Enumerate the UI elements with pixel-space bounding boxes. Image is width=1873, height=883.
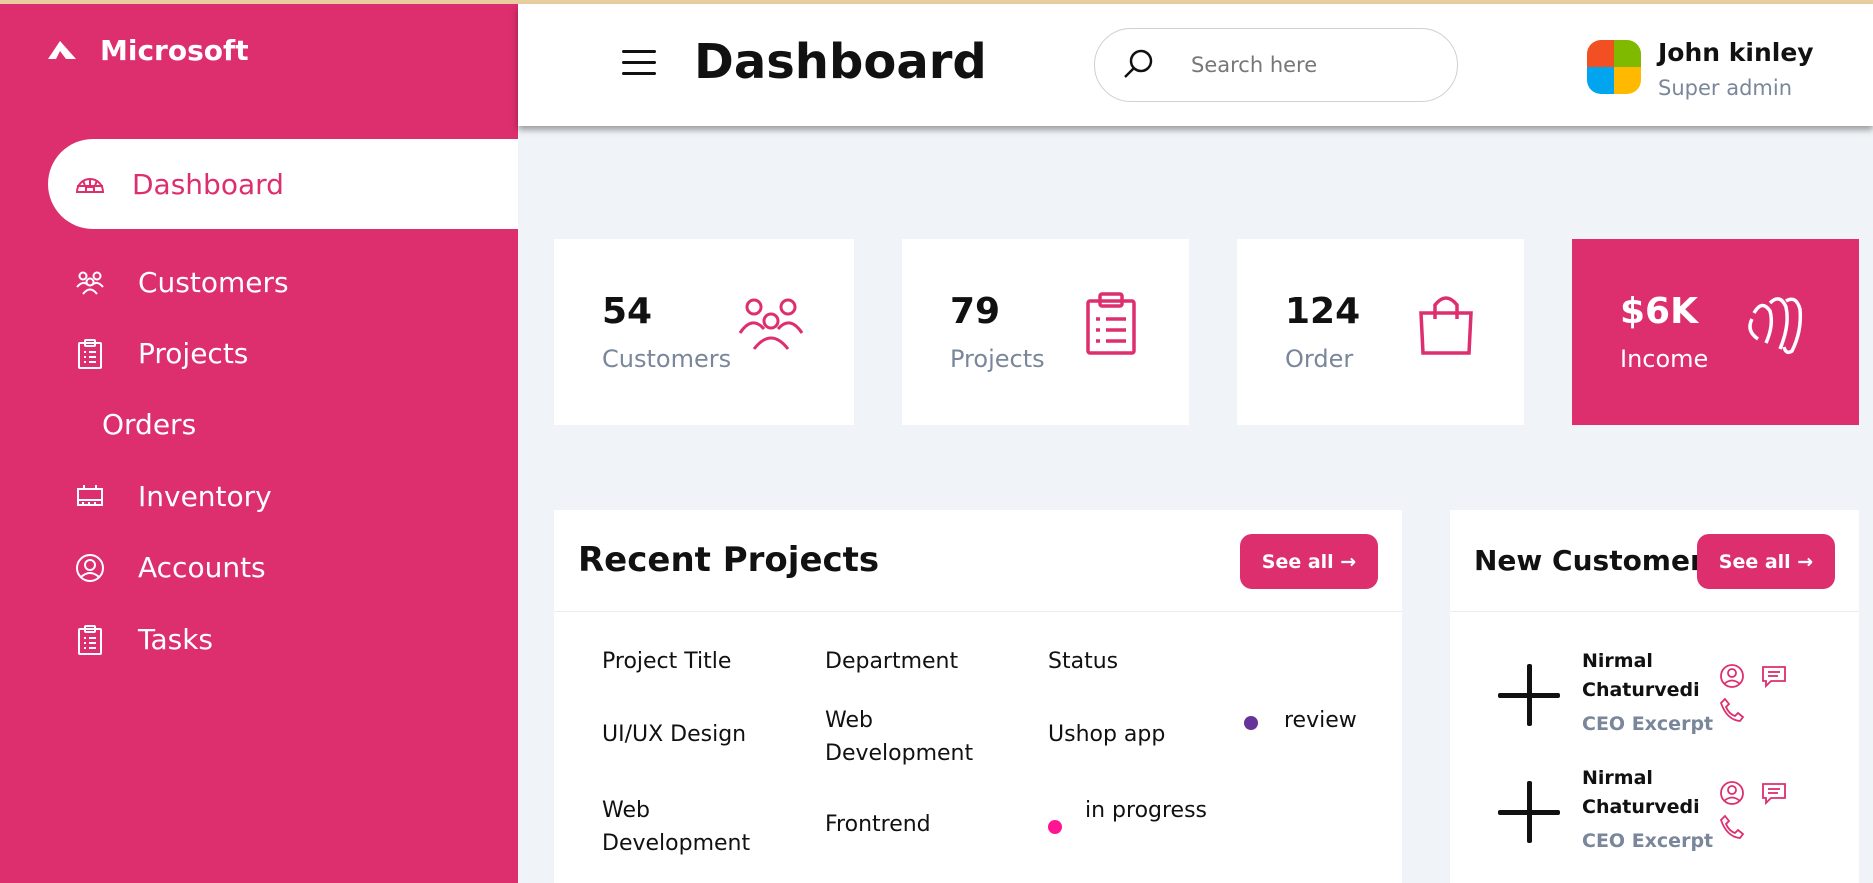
customer-name: Nirmal Chaturvedi: [1582, 650, 1700, 701]
sidebar-item-projects[interactable]: Projects: [74, 337, 248, 370]
project-title: Web Development: [602, 798, 751, 856]
clipboard-icon: [1086, 292, 1136, 355]
project-title: UI/UX Design: [602, 722, 747, 747]
column-header: Status: [1048, 649, 1119, 674]
people-icon: [76, 271, 104, 295]
panel-header: New Customer See all →: [1450, 510, 1859, 612]
brand-name: Microsoft: [100, 34, 249, 67]
search-input[interactable]: [1191, 53, 1431, 77]
hamburger-icon-bar: [622, 50, 656, 53]
panel-title: New Customer: [1474, 544, 1704, 577]
sidebar-item-label: Projects: [138, 337, 249, 370]
phone-icon[interactable]: [1719, 697, 1745, 723]
customer-role: CEO Excerpt: [1582, 830, 1714, 852]
column-header: Project Title: [602, 649, 732, 674]
stat-label: Customers: [602, 345, 732, 373]
sidebar-item-label: Inventory: [138, 480, 272, 513]
sidebar-item-accounts[interactable]: Accounts: [74, 551, 266, 584]
hamburger-icon-bar: [622, 72, 656, 75]
stat-card-order[interactable]: 124 Order: [1237, 239, 1524, 425]
sidebar-item-orders[interactable]: Orders: [102, 408, 196, 441]
top-header: Dashboard John kinley Super admin: [518, 4, 1873, 126]
customer-role: CEO Excerpt: [1582, 713, 1714, 735]
people-icon: [738, 298, 804, 350]
sidebar-item-tasks[interactable]: Tasks: [74, 623, 213, 656]
recent-projects-panel: Recent Projects See all → Project Title …: [554, 510, 1402, 883]
hamburger-icon-bar: [622, 61, 656, 64]
brand[interactable]: Microsoft: [46, 34, 249, 67]
stat-card-projects[interactable]: 79 Projects: [902, 239, 1189, 425]
stat-label: Projects: [950, 345, 1045, 373]
message-icon[interactable]: [1761, 780, 1787, 806]
stat-value: 124: [1285, 291, 1361, 332]
plus-icon: [1498, 781, 1560, 843]
avatar[interactable]: [1587, 40, 1641, 94]
sidebar-item-inventory[interactable]: Inventory: [74, 480, 272, 513]
stat-value: $6K: [1620, 291, 1698, 332]
sidebar-item-label: Accounts: [138, 551, 266, 584]
search-icon: [1124, 49, 1153, 78]
user-circle-icon[interactable]: [1719, 780, 1745, 806]
new-customer-panel: New Customer See all → Nirmal Chaturvedi…: [1450, 510, 1859, 883]
see-all-projects-button[interactable]: See all →: [1240, 534, 1378, 589]
customer-name: Nirmal Chaturvedi: [1582, 767, 1700, 818]
sidebar-item-label: Orders: [102, 408, 197, 441]
column-header: Department: [825, 649, 959, 674]
status-dot: [1048, 820, 1062, 834]
stat-card-customers[interactable]: 54 Customers: [554, 239, 854, 425]
clipboard-icon: [78, 338, 102, 369]
sidebar-item-customers[interactable]: Customers: [74, 266, 289, 299]
status-badge: in progress: [1085, 798, 1208, 823]
panel-header: Recent Projects See all →: [554, 510, 1402, 612]
user-avatar-icon: [1587, 40, 1641, 94]
stat-value: 79: [950, 291, 1001, 332]
user-circle-icon[interactable]: [1719, 663, 1745, 689]
sidebar-item-dashboard[interactable]: Dashboard: [48, 139, 518, 229]
igloo-icon: [75, 178, 105, 193]
sidebar-item-label: Dashboard: [132, 167, 284, 201]
search-box[interactable]: [1094, 28, 1458, 102]
inventory-icon: [77, 484, 103, 506]
page-title: Dashboard: [694, 34, 987, 90]
stat-label: Income: [1620, 345, 1709, 373]
see-all-customers-button[interactable]: See all →: [1697, 534, 1835, 589]
stat-value: 54: [602, 291, 653, 332]
user-role: Super admin: [1658, 76, 1792, 100]
money-icon: [1748, 297, 1803, 355]
sidebar-item-label: Tasks: [138, 623, 214, 656]
clipboard-icon: [78, 624, 102, 655]
phone-icon[interactable]: [1719, 814, 1745, 840]
sidebar: Microsoft Dashboard Customers Projects O…: [0, 4, 518, 883]
brand-logo-icon: [48, 40, 76, 59]
project-department: Frontrend: [825, 812, 931, 837]
user-name: John kinley: [1658, 38, 1814, 67]
sidebar-item-label: Customers: [138, 266, 289, 299]
user-circle-icon: [76, 553, 104, 582]
message-icon[interactable]: [1761, 663, 1787, 689]
status-dot: [1244, 716, 1258, 730]
project-status: Ushop app: [1048, 722, 1166, 747]
panel-title: Recent Projects: [578, 540, 880, 580]
menu-toggle-button[interactable]: [622, 50, 656, 78]
shopping-bag-icon: [1419, 296, 1473, 355]
status-badge: review: [1284, 708, 1357, 733]
plus-icon: [1498, 664, 1560, 726]
stat-card-income[interactable]: $6K Income: [1572, 239, 1859, 425]
stat-label: Order: [1285, 345, 1354, 373]
project-department: Web Development: [825, 708, 974, 766]
